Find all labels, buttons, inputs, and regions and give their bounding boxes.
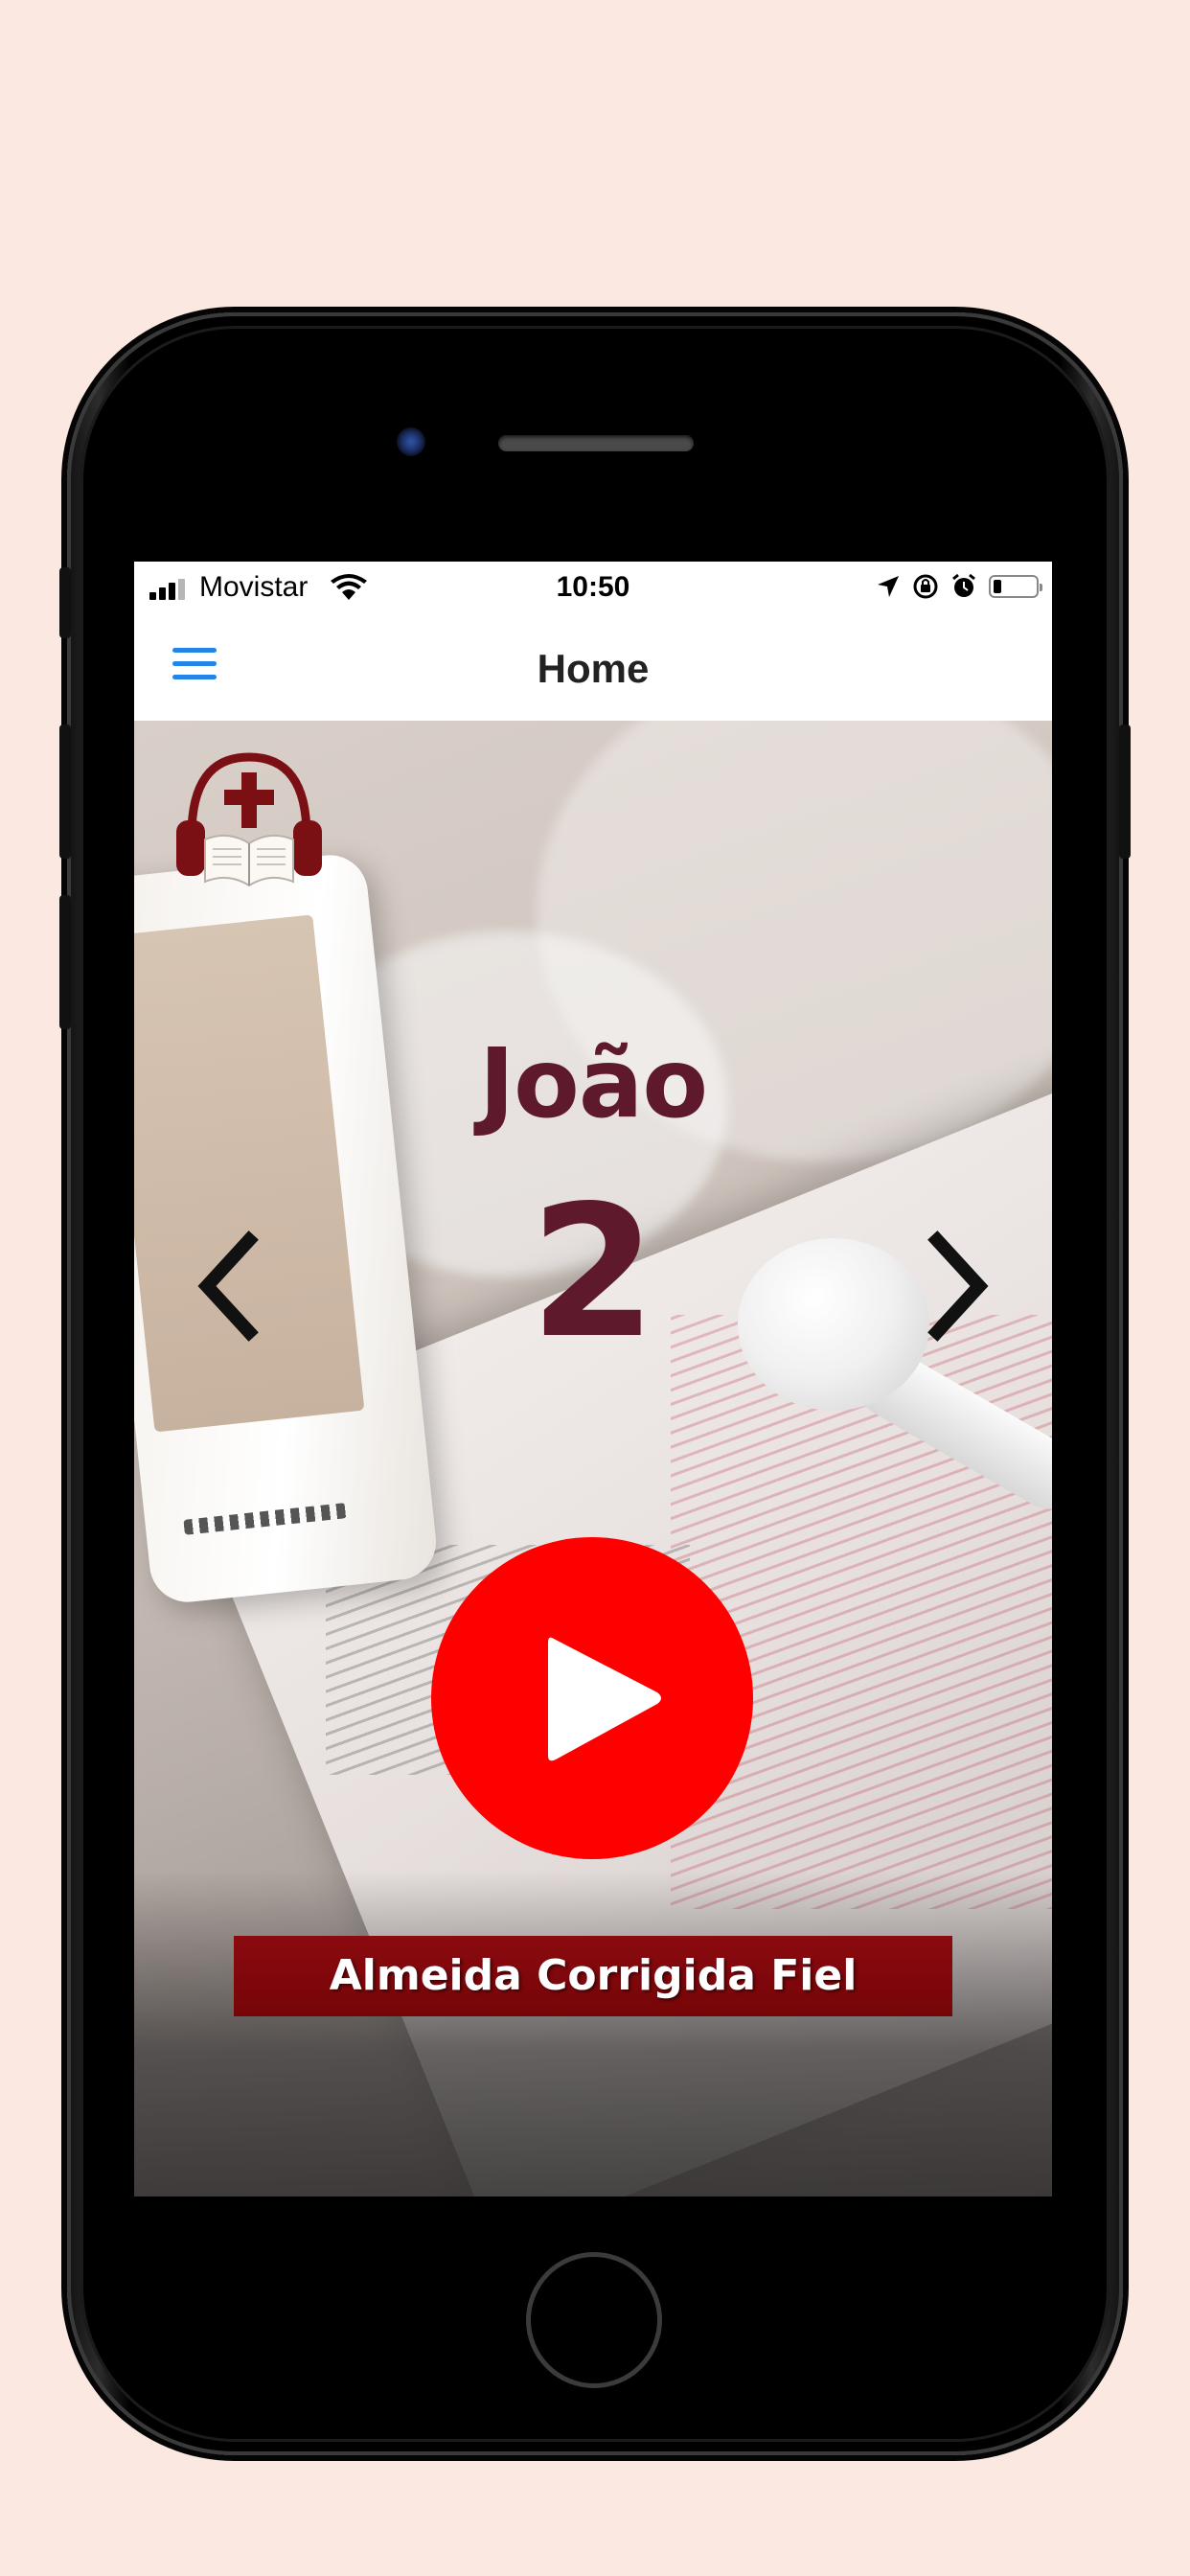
status-indicators [876,573,1042,600]
app-screen: Movistar 10:50 Home João 2 Almeida Corri… [134,562,1052,2196]
volume-down-button [59,895,71,1029]
background-shadow [134,1871,1052,2196]
navigation-bar: Home [134,615,1052,721]
battery-icon [989,575,1042,598]
page-title: Home [537,646,650,691]
app-store-screenshot: { "status_bar": { "carrier": "Movistar",… [0,0,1190,2576]
front-camera [397,427,425,456]
volume-up-button [59,724,71,859]
location-arrow-icon [878,576,899,597]
book-name: João [478,1027,708,1139]
play-icon [548,1637,661,1761]
chevron-right-icon[interactable] [920,1229,996,1344]
bible-version-banner: Almeida Corrigida Fiel [234,1936,952,2016]
chevron-left-icon[interactable] [190,1229,266,1344]
rotation-lock-icon [913,574,938,599]
power-button [1119,724,1131,859]
home-button [526,2252,662,2388]
battery-level [994,580,1001,593]
mute-switch [59,567,71,638]
earpiece-speaker [498,435,694,451]
alarm-icon [952,573,975,597]
player-content: João 2 Almeida Corrigida Fiel [134,721,1052,2196]
audio-bible-logo [176,752,322,887]
play-button[interactable] [431,1537,753,1859]
status-bar: Movistar 10:50 [134,562,1052,615]
chapter-number: 2 [529,1166,657,1378]
